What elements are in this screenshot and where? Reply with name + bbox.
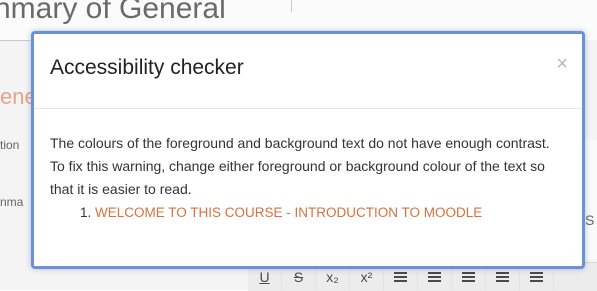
dialog-body: The colours of the foreground and backgr…: [50, 132, 550, 224]
warning-message: The colours of the foreground and backgr…: [50, 135, 550, 197]
background-divider: [291, 0, 292, 12]
close-icon[interactable]: ×: [556, 54, 568, 74]
background-edge-glyph: S: [585, 212, 595, 228]
accessibility-checker-dialog: Accessibility checker × The colours of t…: [31, 31, 585, 269]
background-divider: [0, 40, 30, 41]
background-label-fragment: tion: [0, 138, 20, 152]
dialog-header: Accessibility checker ×: [34, 34, 582, 109]
dialog-title: Accessibility checker: [50, 56, 244, 79]
background-label-fragment: nma: [0, 195, 24, 209]
background-page-title: nmary of General: [0, 0, 226, 25]
issue-list: WELCOME TO THIS COURSE - INTRODUCTION TO…: [50, 201, 550, 224]
issue-item[interactable]: WELCOME TO THIS COURSE - INTRODUCTION TO…: [95, 201, 550, 224]
